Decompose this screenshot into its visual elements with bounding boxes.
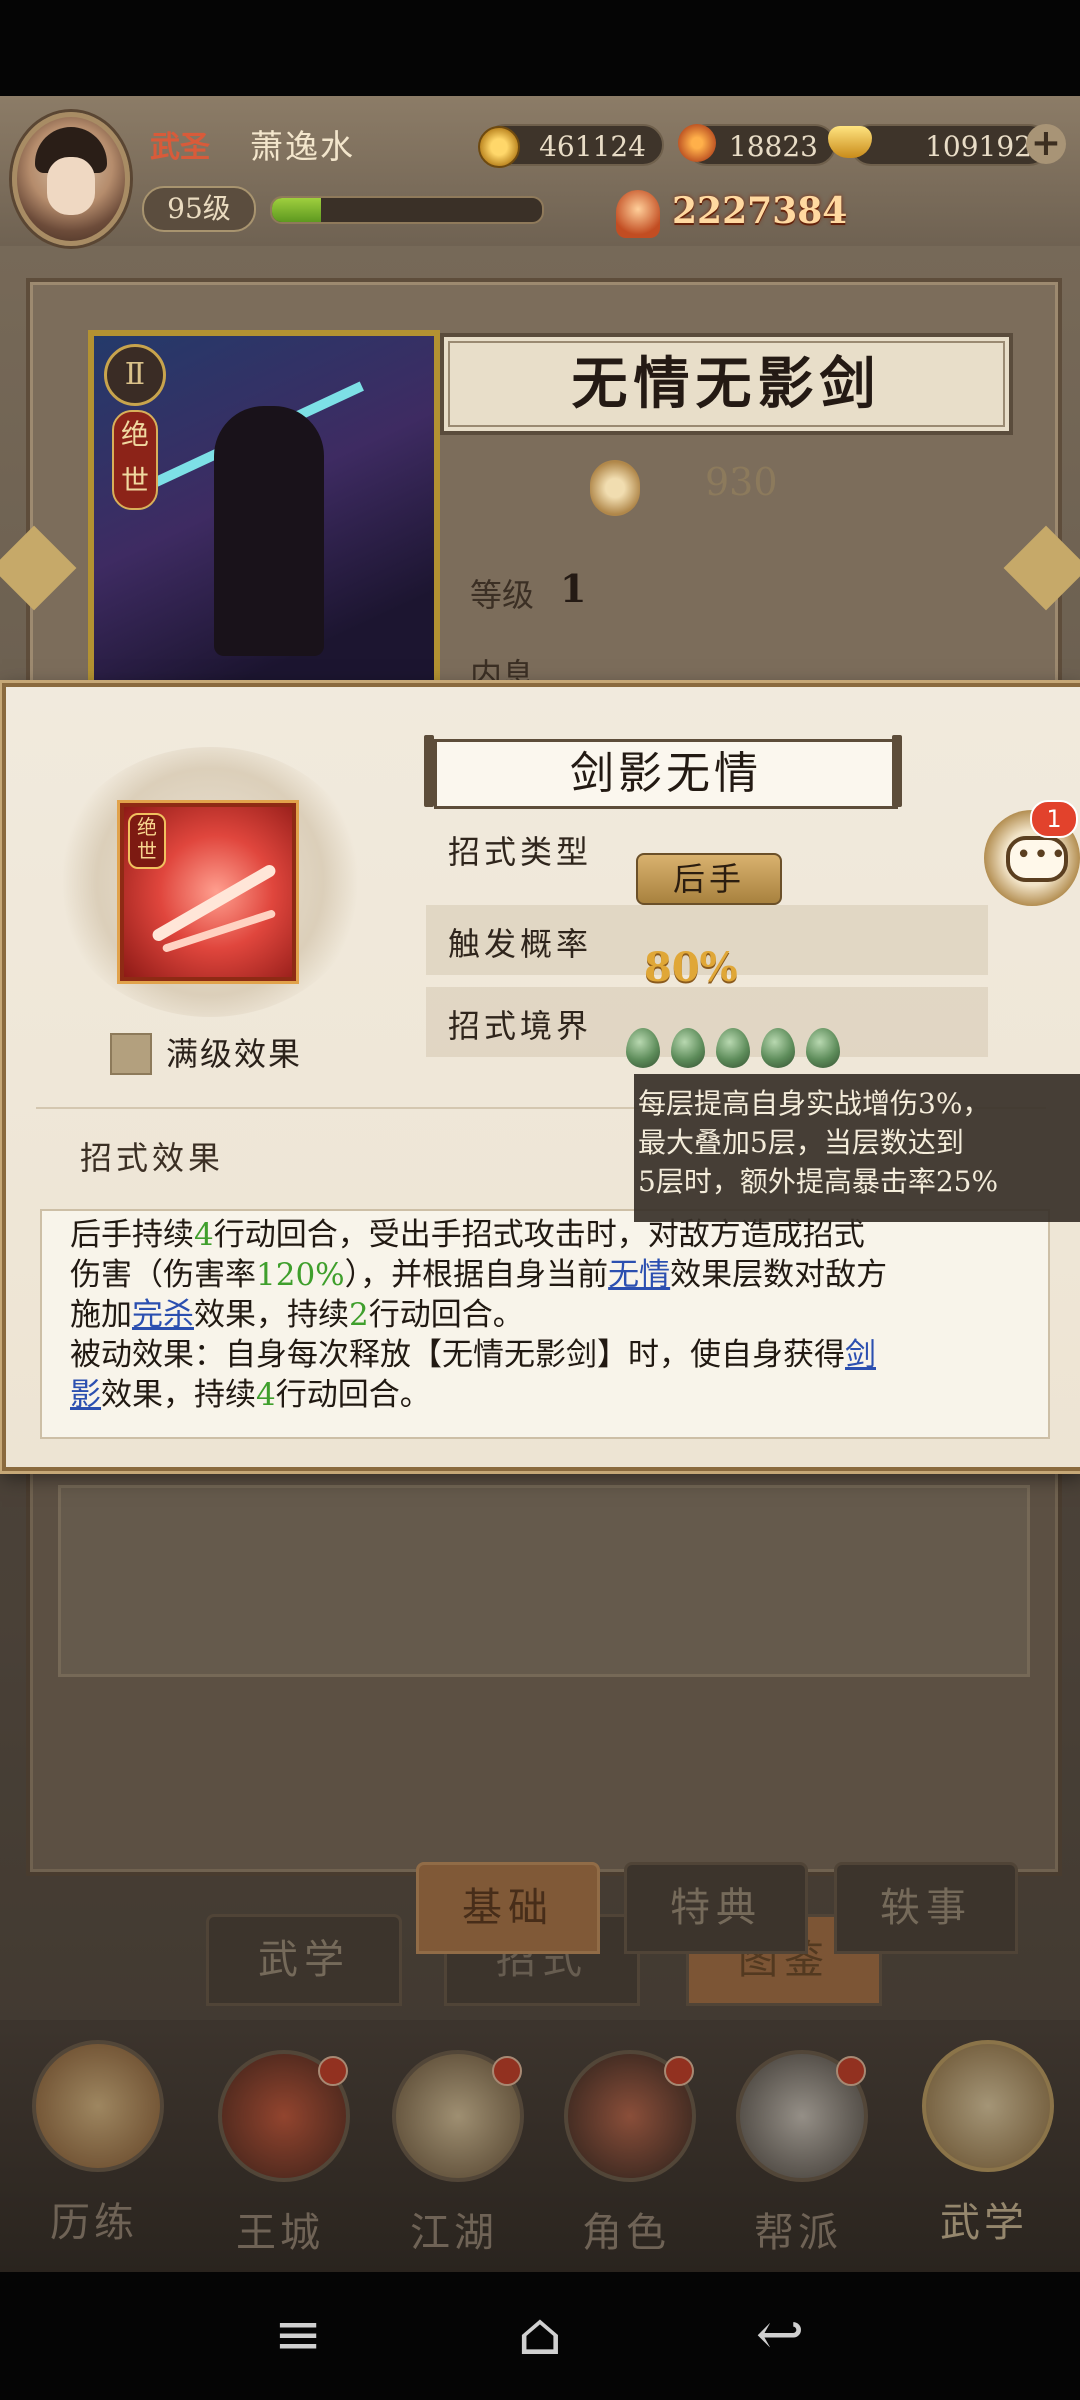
power-icon [616,190,660,238]
name-frame-left [424,735,434,807]
realm-drop-icon [806,1028,840,1068]
max-level-checkbox[interactable] [110,1033,152,1075]
realm-drop-icon [761,1028,795,1068]
effect-heading: 招式效果 [80,1139,225,1177]
skill-level-value: 1 [560,566,587,611]
skill-cost: 930 [705,460,778,504]
card-rarity-tag: 绝世 [112,410,158,510]
ingot-icon [678,124,716,162]
menu-icon[interactable]: ≡ [258,2294,338,2374]
realm-drop-icon [716,1028,750,1068]
keyword-link-jianying[interactable]: 影 [70,1377,101,1413]
add-currency-icon[interactable]: + [1026,124,1066,164]
text-span: 行动回合，受出手招式攻击时，对敌方造成招式 [213,1217,865,1253]
trigger-rate-label: 触发概率 [448,925,593,963]
effect-line: 施加完杀效果，持续2行动回合。 [70,1295,1020,1335]
effect-line: 被动效果：自身每次释放【无情无影剑】时，使自身获得剑 [70,1335,1020,1375]
move-name: 剑影无情 [434,739,898,809]
move-icon: 绝世 [120,803,296,981]
exp-bar-fill [272,198,321,222]
move-realm-label: 招式境界 [448,1007,593,1045]
tooltip-line: 最大叠加5层，当层数达到 [638,1126,964,1159]
coin-icon [478,126,520,168]
player-title: 武圣 [150,130,210,165]
keyword-link-jianying[interactable]: 剑 [845,1337,876,1373]
player-level: 95级 [142,186,256,232]
move-rarity-tag: 绝世 [128,813,166,869]
realm-drop-icon [626,1028,660,1068]
keyword-tooltip: 每层提高自身实战增伤3%， 最大叠加5层，当层数达到 5层时，额外提高暴击率25… [634,1074,1080,1222]
card-grade-badge: Ⅱ [104,344,166,406]
move-type-label: 招式类型 [448,833,593,871]
text-span: 效果，持续 [194,1297,349,1333]
damage-rate-value: 120% [256,1257,345,1293]
text-span: 施加 [70,1297,132,1333]
swordsman-figure [214,406,324,656]
duration-value: 2 [349,1297,369,1333]
text-span: 被动效果：自身每次释放【无情无影剑】时，使自身获得 [70,1337,845,1373]
effect-description: 后手持续4行动回合，受出手招式攻击时，对敌方造成招式 伤害（伤害率120%），并… [40,1209,1050,1439]
player-name: 萧逸水 [250,127,355,166]
move-realm-row: 招式境界 [426,987,988,1057]
gold-count: 109192 [850,124,1050,166]
realm-drop-icon [671,1028,705,1068]
text-span: ），并根据自身当前 [344,1257,609,1293]
avatar-face [47,157,95,215]
keyword-link-wuqing[interactable]: 无情 [608,1257,670,1293]
trigger-rate-value: 80% [644,944,738,991]
chat-dots: ••• [1016,840,1069,870]
home-icon[interactable]: ⌂ [500,2294,580,2374]
max-level-label[interactable]: 满级效果 [166,1029,302,1075]
keyword-link-wansha[interactable]: 完杀 [132,1297,194,1333]
tooltip-line: 5层时，额外提高暴击率25% [638,1165,999,1198]
cost-icon [590,460,640,516]
text-span: 行动回合。 [368,1297,524,1333]
text-span: 伤害（伤害率 [70,1257,256,1293]
duration-value: 4 [194,1217,214,1253]
status-bar [0,0,1080,96]
text-span: 后手持续 [70,1217,194,1253]
text-span: 行动回合。 [275,1377,431,1413]
name-frame-right [892,735,902,807]
duration-value: 4 [256,1377,276,1413]
chat-unread-badge: 1 [1030,800,1078,838]
text-span: 效果，持续 [101,1377,256,1413]
move-type-badge: 后手 [636,853,782,905]
tooltip-line: 每层提高自身实战增伤3%， [638,1087,991,1120]
skill-title-banner: 无情无影剑 [440,333,1013,435]
back-icon[interactable]: ↩ [740,2294,820,2374]
skill-level-label: 等级 [470,576,535,614]
effect-line: 影效果，持续4行动回合。 [70,1375,1020,1415]
effect-line: 伤害（伤害率120%），并根据自身当前无情效果层数对敌方 [70,1255,1020,1295]
player-avatar[interactable] [12,112,130,246]
combat-power: 2227384 [672,190,848,232]
exp-bar [270,196,544,224]
text-span: 效果层数对敌方 [670,1257,888,1293]
